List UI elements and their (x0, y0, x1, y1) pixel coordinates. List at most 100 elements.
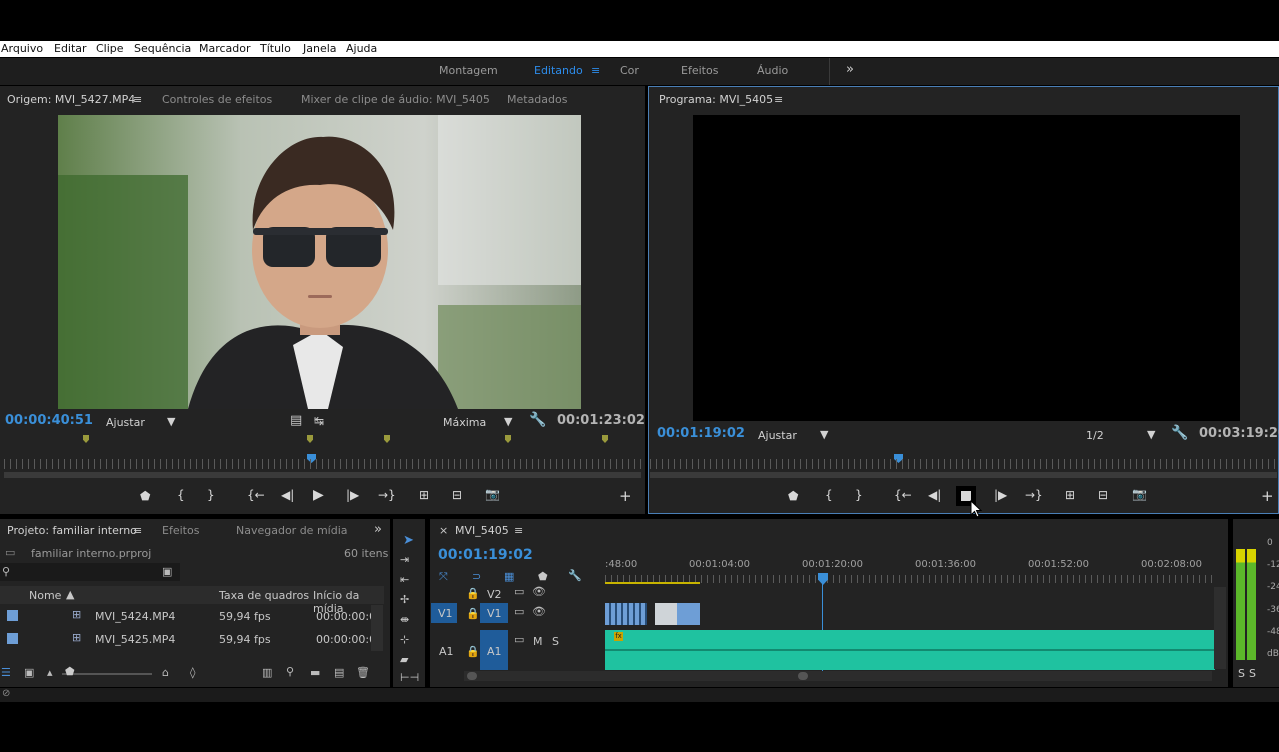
audio-clip[interactable]: fx (605, 630, 1215, 670)
zoom-slider[interactable] (62, 673, 152, 675)
sort-ascending-icon[interactable]: ▲ (66, 588, 74, 601)
source-button-editor-icon[interactable]: + (619, 487, 632, 505)
a1-solo-button[interactable]: S (552, 635, 559, 648)
menu-editar[interactable]: Editar (54, 42, 87, 55)
video-clip[interactable] (605, 603, 647, 625)
tab-effects[interactable]: Efeitos (162, 524, 199, 537)
slip-tool-icon[interactable]: ▰ (400, 653, 408, 666)
source-clip-icon[interactable]: ▤ (290, 413, 302, 428)
source-go-to-out-icon[interactable]: →} (378, 488, 396, 502)
tab-sequence[interactable]: MVI_5405 (455, 524, 509, 537)
a1-mute-button[interactable]: M (533, 635, 543, 648)
menu-sequencia[interactable]: Sequência (134, 42, 191, 55)
label-color-swatch[interactable] (7, 610, 18, 621)
scroll-handle-right[interactable] (798, 672, 808, 680)
workspace-cor[interactable]: Cor (620, 64, 639, 77)
workspace-overflow-icon[interactable]: » (846, 62, 854, 77)
source-step-back-icon[interactable]: ◀| (281, 488, 294, 502)
tab-metadata[interactable]: Metadados (507, 93, 567, 106)
tab-audio-clip-mixer[interactable]: Mixer de clipe de áudio: MVI_5405 (301, 93, 490, 106)
menu-marcador[interactable]: Marcador (199, 42, 251, 55)
video-clip[interactable] (655, 603, 700, 625)
v1-eye-icon[interactable]: 👁 (532, 605, 546, 618)
label-color-swatch[interactable] (7, 633, 18, 644)
rolling-edit-tool-icon[interactable]: ✢ (400, 593, 409, 606)
a1-toggle-sync-icon[interactable]: ▭ (514, 633, 524, 646)
source-quality-select[interactable]: Máxima (443, 416, 486, 429)
snap-icon[interactable]: ⤧ (439, 570, 448, 584)
source-overwrite-icon[interactable]: ⊟ (452, 488, 462, 502)
table-row[interactable]: ⊞ MVI_5424.MP4 59,94 fps 00:00:00:0 (0, 605, 384, 627)
workspace-efeitos[interactable]: Efeitos (681, 64, 718, 77)
tab-program[interactable]: Programa: MVI_5405 (659, 93, 773, 106)
clear-icon[interactable]: 🗑 (356, 666, 370, 679)
project-search-input[interactable] (0, 563, 180, 581)
program-extract-icon[interactable]: ⊟ (1098, 488, 1108, 502)
program-mark-out-icon[interactable]: } (855, 488, 863, 502)
menu-clipe[interactable]: Clipe (96, 42, 124, 55)
source-fit-chevron-icon[interactable]: ▼ (167, 415, 175, 428)
sequence-menu-icon[interactable]: ≡ (514, 524, 523, 537)
program-go-to-in-icon[interactable]: {← (894, 488, 912, 502)
program-lift-icon[interactable]: ⊞ (1065, 488, 1075, 502)
workspace-menu-icon[interactable]: ≡ (591, 64, 600, 77)
timeline-vertical-scrollbar[interactable] (1214, 587, 1226, 669)
new-bin-icon[interactable]: ▬ (310, 666, 320, 679)
source-time-ruler[interactable] (4, 459, 641, 469)
source-mark-out-icon[interactable]: } (207, 488, 215, 502)
a1-lock-icon[interactable]: 🔒 (466, 645, 480, 658)
source-step-forward-icon[interactable]: |▶ (346, 488, 359, 502)
new-bin-from-search-icon[interactable]: ▣ (162, 565, 172, 578)
v1-lock-icon[interactable]: 🔒 (466, 607, 480, 620)
v2-eye-icon[interactable]: 👁 (532, 585, 546, 598)
v2-toggle-output-icon[interactable]: ▭ (514, 585, 524, 598)
timeline-timecode[interactable]: 00:01:19:02 (438, 547, 533, 563)
new-item-icon[interactable]: ▤ (334, 666, 344, 679)
slide-tool-icon[interactable]: ⊢⊣ (400, 671, 419, 684)
sort-icons-icon[interactable]: ⌂ (162, 666, 169, 679)
meter-solo-left[interactable]: S (1238, 667, 1245, 680)
source-marker[interactable] (83, 435, 89, 443)
source-marker[interactable] (602, 435, 608, 443)
program-go-to-out-icon[interactable]: →} (1025, 488, 1043, 502)
column-name[interactable]: Nome (29, 589, 61, 602)
table-row[interactable]: ⊞ MVI_5425.MP4 59,94 fps 00:00:00:0 (0, 628, 384, 650)
source-export-frame-icon[interactable]: 📷 (485, 487, 500, 501)
program-fit-chevron-icon[interactable]: ▼ (820, 428, 828, 441)
zoom-out-icon[interactable]: ▴ (47, 666, 53, 679)
program-step-forward-icon[interactable]: |▶ (994, 488, 1007, 502)
source-marker[interactable] (384, 435, 390, 443)
timeline-horizontal-scrollbar[interactable] (464, 671, 1212, 681)
tab-source[interactable]: Origem: MVI_5427.MP4 (7, 93, 135, 106)
nest-icon[interactable]: ▦ (504, 570, 514, 583)
source-settings-wrench-icon[interactable]: 🔧 (529, 412, 546, 428)
workspace-montagem[interactable]: Montagem (439, 64, 498, 77)
program-button-editor-icon[interactable]: + (1261, 487, 1274, 505)
project-overflow-icon[interactable]: » (374, 522, 382, 537)
source-add-marker-icon[interactable]: ⬟ (140, 489, 150, 503)
linked-selection-icon[interactable]: ⊃ (472, 570, 481, 583)
timeline-playhead[interactable] (818, 573, 828, 585)
source-insert-icon[interactable]: ⊞ (419, 488, 429, 502)
program-time-ruler[interactable] (650, 459, 1277, 469)
program-fit-select[interactable]: Ajustar (758, 429, 797, 442)
track-select-tool-icon[interactable]: ⇥ (400, 553, 409, 566)
workspace-editando[interactable]: Editando (534, 64, 583, 77)
rate-stretch-tool-icon[interactable]: ⇼ (400, 613, 409, 626)
program-mark-in-icon[interactable]: { (825, 488, 833, 502)
menu-arquivo[interactable]: Arquivo (1, 42, 43, 55)
add-marker-icon[interactable]: ⬟ (538, 570, 548, 583)
source-marker[interactable] (505, 435, 511, 443)
scroll-handle-left[interactable] (467, 672, 477, 680)
program-resolution-select[interactable]: 1/2 (1086, 429, 1104, 442)
project-panel-menu-icon[interactable]: ≡ (133, 524, 142, 537)
source-play-icon[interactable]: ▶ (313, 487, 324, 503)
workspace-audio[interactable]: Áudio (757, 64, 788, 77)
program-panel-menu-icon[interactable]: ≡ (774, 93, 783, 106)
source-go-to-in-icon[interactable]: {← (247, 488, 265, 502)
source-drag-icon[interactable]: ↹ (314, 414, 324, 428)
icon-view-icon[interactable]: ▣ (24, 666, 34, 679)
source-fit-select[interactable]: Ajustar (106, 416, 145, 429)
tab-project[interactable]: Projeto: familiar interno (7, 524, 137, 537)
menu-ajuda[interactable]: Ajuda (346, 42, 377, 55)
